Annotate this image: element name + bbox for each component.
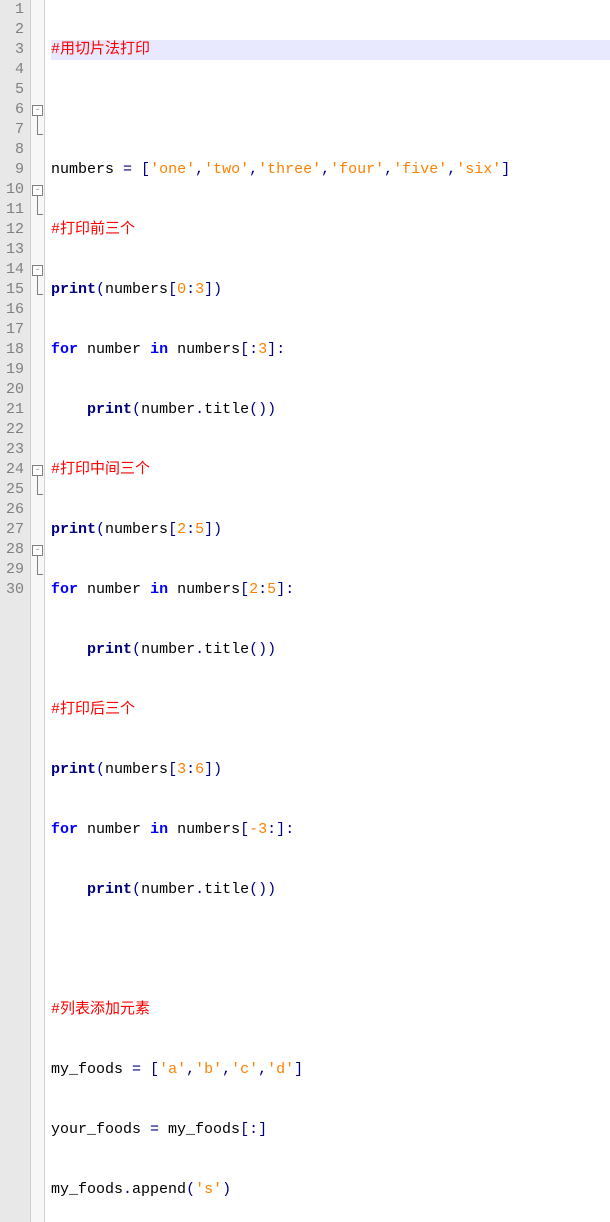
fold-end <box>37 494 43 495</box>
code-line[interactable]: print(numbers[0:3]) <box>51 280 610 300</box>
line-number: 19 <box>6 360 24 380</box>
fold-marker-icon[interactable]: - <box>32 265 43 276</box>
code-line[interactable]: print(numbers[2:5]) <box>51 520 610 540</box>
fold-marker-icon[interactable]: - <box>32 465 43 476</box>
line-number: 10 <box>6 180 24 200</box>
code-line[interactable]: print(number.title()) <box>51 880 610 900</box>
fold-line <box>37 116 38 134</box>
code-line[interactable]: #打印前三个 <box>51 220 610 240</box>
fold-line <box>37 276 38 294</box>
line-number: 8 <box>6 140 24 160</box>
code-line[interactable]: #打印后三个 <box>51 700 610 720</box>
fold-marker-icon[interactable]: - <box>32 185 43 196</box>
line-number-gutter: 1 2 3 4 5 6 7 8 9 10 11 12 13 14 15 16 1… <box>0 0 31 1222</box>
fold-end <box>37 134 43 135</box>
line-number: 29 <box>6 560 24 580</box>
line-number: 21 <box>6 400 24 420</box>
code-line[interactable]: #列表添加元素 <box>51 1000 610 1020</box>
line-number: 17 <box>6 320 24 340</box>
fold-line <box>37 196 38 214</box>
line-number: 12 <box>6 220 24 240</box>
line-number: 1 <box>6 0 24 20</box>
code-line[interactable]: print(numbers[3:6]) <box>51 760 610 780</box>
line-number: 26 <box>6 500 24 520</box>
line-number: 9 <box>6 160 24 180</box>
line-number: 25 <box>6 480 24 500</box>
line-number: 20 <box>6 380 24 400</box>
fold-end <box>37 214 43 215</box>
line-number: 23 <box>6 440 24 460</box>
line-number: 16 <box>6 300 24 320</box>
line-number: 13 <box>6 240 24 260</box>
line-number: 18 <box>6 340 24 360</box>
code-line[interactable]: for number in numbers[2:5]: <box>51 580 610 600</box>
fold-marker-icon[interactable]: - <box>32 545 43 556</box>
fold-marker-icon[interactable]: - <box>32 105 43 116</box>
code-line[interactable]: my_foods = ['a','b','c','d'] <box>51 1060 610 1080</box>
line-number: 30 <box>6 580 24 600</box>
line-number: 14 <box>6 260 24 280</box>
line-number: 3 <box>6 40 24 60</box>
line-number: 4 <box>6 60 24 80</box>
line-number: 24 <box>6 460 24 480</box>
fold-line <box>37 556 38 574</box>
code-line[interactable]: numbers = ['one','two','three','four','f… <box>51 160 610 180</box>
code-line[interactable]: for number in numbers[-3:]: <box>51 820 610 840</box>
code-line[interactable] <box>51 100 610 120</box>
line-number: 11 <box>6 200 24 220</box>
line-number: 7 <box>6 120 24 140</box>
line-number: 6 <box>6 100 24 120</box>
fold-end <box>37 294 43 295</box>
line-number: 27 <box>6 520 24 540</box>
code-area[interactable]: #用切片法打印 numbers = ['one','two','three','… <box>45 0 610 1222</box>
line-number: 22 <box>6 420 24 440</box>
fold-line <box>37 476 38 494</box>
line-number: 5 <box>6 80 24 100</box>
code-line[interactable]: #用切片法打印 <box>51 40 610 60</box>
line-number: 2 <box>6 20 24 40</box>
code-line[interactable]: for number in numbers[:3]: <box>51 340 610 360</box>
line-number: 15 <box>6 280 24 300</box>
code-line[interactable]: print(number.title()) <box>51 400 610 420</box>
code-line[interactable]: print(number.title()) <box>51 640 610 660</box>
line-number: 28 <box>6 540 24 560</box>
code-line[interactable] <box>51 940 610 960</box>
code-line[interactable]: my_foods.append('s') <box>51 1180 610 1200</box>
fold-end <box>37 574 43 575</box>
code-line[interactable]: #打印中间三个 <box>51 460 610 480</box>
code-line[interactable]: your_foods = my_foods[:] <box>51 1120 610 1140</box>
fold-column: - - - - - <box>31 0 45 1222</box>
code-editor[interactable]: 1 2 3 4 5 6 7 8 9 10 11 12 13 14 15 16 1… <box>0 0 610 1222</box>
